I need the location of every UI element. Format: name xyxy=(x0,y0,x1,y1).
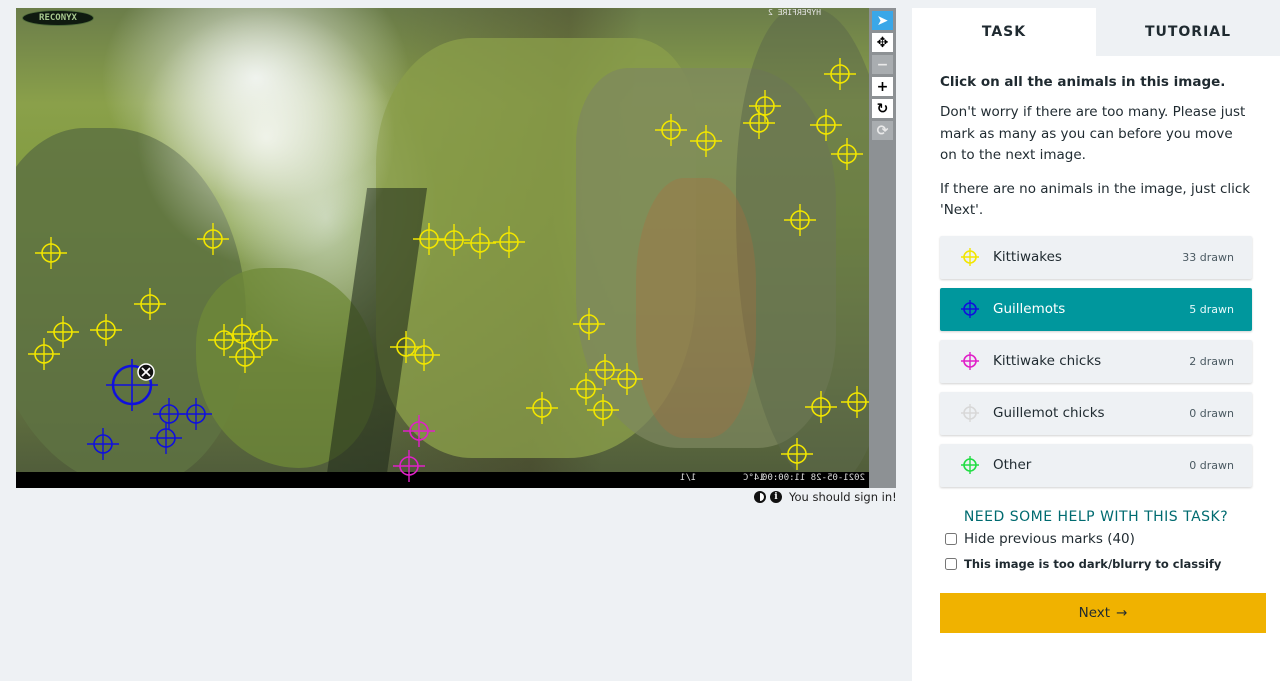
task-body: Click on all the animals in this image. … xyxy=(912,56,1280,633)
next-button[interactable]: Next → xyxy=(940,592,1266,633)
task-question: Click on all the animals in this image. xyxy=(940,74,1226,90)
point-mark[interactable] xyxy=(180,398,212,430)
move-icon: ✥ xyxy=(876,34,889,51)
point-mark[interactable] xyxy=(743,107,775,139)
point-mark[interactable] xyxy=(35,237,67,269)
point-mark[interactable] xyxy=(690,125,722,157)
zoom-out-tool[interactable]: − xyxy=(872,55,893,74)
zoom-in-tool[interactable]: + xyxy=(872,77,893,96)
help-link[interactable]: NEED SOME HELP WITH THIS TASK? xyxy=(940,509,1252,525)
point-mark[interactable] xyxy=(810,109,842,141)
task-instructions: Don't worry if there are too many. Pleas… xyxy=(940,104,1246,163)
point-mark[interactable] xyxy=(28,338,60,370)
point-mark[interactable] xyxy=(655,114,687,146)
choice-count: 33 drawn xyxy=(1182,250,1234,264)
refresh-icon: ⟳ xyxy=(876,122,889,139)
point-mark[interactable] xyxy=(390,331,422,363)
move-tool[interactable]: ✥ xyxy=(872,33,893,52)
choice-guillemot-chicks[interactable]: Guillemot chicks 0 drawn xyxy=(940,391,1252,435)
marks-svg[interactable] xyxy=(16,8,869,486)
signin-notice: i You should sign in! xyxy=(754,490,897,504)
choice-label: Guillemot chicks xyxy=(993,405,1105,421)
crosshair-icon xyxy=(960,299,980,319)
arrow-pointer-icon: ➤ xyxy=(876,12,889,29)
tab-task[interactable]: TASK xyxy=(912,8,1096,56)
choice-label: Kittiwake chicks xyxy=(993,353,1102,369)
too-dark-option[interactable]: This image is too dark/blurry to classif… xyxy=(940,557,1252,571)
point-mark[interactable] xyxy=(841,386,869,418)
point-mark[interactable] xyxy=(526,392,558,424)
point-mark[interactable] xyxy=(781,438,813,470)
point-mark[interactable] xyxy=(589,354,621,386)
plus-icon: + xyxy=(876,78,889,95)
rotate-icon: ↻ xyxy=(876,100,889,117)
contrast-icon[interactable] xyxy=(754,491,766,503)
hide-marks-option[interactable]: Hide previous marks (40) xyxy=(940,531,1252,547)
hide-marks-checkbox[interactable] xyxy=(945,532,957,545)
tab-tutorial[interactable]: TUTORIAL xyxy=(1096,8,1280,56)
choice-guillemots[interactable]: Guillemots 5 drawn xyxy=(940,287,1252,331)
choice-count: 5 drawn xyxy=(1189,302,1234,316)
panel-tabs: TASK TUTORIAL xyxy=(912,8,1280,56)
point-mark[interactable] xyxy=(134,288,166,320)
choice-kittiwakes[interactable]: Kittiwakes 33 drawn xyxy=(940,235,1252,279)
minus-icon: − xyxy=(876,56,889,73)
marks-layer[interactable] xyxy=(16,8,869,486)
point-mark[interactable] xyxy=(408,339,440,371)
point-mark[interactable] xyxy=(87,428,119,460)
choice-count: 0 drawn xyxy=(1189,406,1234,420)
point-mark[interactable] xyxy=(90,314,122,346)
next-label: Next xyxy=(1078,604,1111,621)
viewer-toolbar: ➤ ✥ − + ↻ ⟳ xyxy=(869,8,896,488)
choice-label: Guillemots xyxy=(993,301,1066,317)
subject-image[interactable]: RECONYX HYPERFIRE 2 1/1 14°C 2021-05-28 … xyxy=(16,8,869,486)
reset-tool[interactable]: ⟳ xyxy=(872,121,893,140)
info-icon[interactable]: i xyxy=(770,491,782,503)
pointer-tool[interactable]: ➤ xyxy=(872,11,893,30)
crosshair-icon xyxy=(960,403,980,423)
point-mark[interactable] xyxy=(47,316,79,348)
too-dark-checkbox[interactable] xyxy=(945,557,957,570)
crosshair-icon xyxy=(960,247,980,267)
point-mark[interactable] xyxy=(493,226,525,258)
point-mark[interactable] xyxy=(438,224,470,256)
arrow-right-icon: → xyxy=(1116,604,1128,621)
choice-label: Kittiwakes xyxy=(993,249,1062,265)
point-mark[interactable] xyxy=(587,394,619,426)
signin-text: You should sign in! xyxy=(789,490,897,504)
point-mark[interactable] xyxy=(573,308,605,340)
point-mark[interactable] xyxy=(805,391,837,423)
choice-count: 2 drawn xyxy=(1189,354,1234,368)
point-mark[interactable] xyxy=(784,204,816,236)
choice-kittiwake-chicks[interactable]: Kittiwake chicks 2 drawn xyxy=(940,339,1252,383)
point-mark[interactable] xyxy=(824,58,856,90)
point-mark[interactable] xyxy=(611,363,643,395)
point-mark[interactable] xyxy=(464,227,496,259)
task-no-animals-note: If there are no animals in the image, ju… xyxy=(940,180,1251,219)
point-mark[interactable] xyxy=(831,138,863,170)
tool-choices: Kittiwakes 33 drawn Guillemots 5 drawn Kitti… xyxy=(940,235,1252,487)
crosshair-icon xyxy=(960,351,980,371)
hide-marks-label: Hide previous marks (40) xyxy=(964,530,1135,547)
choice-label: Other xyxy=(993,457,1032,473)
crosshair-icon xyxy=(960,455,980,475)
choice-other[interactable]: Other 0 drawn xyxy=(940,443,1252,487)
point-mark[interactable] xyxy=(413,223,445,255)
image-viewer: RECONYX HYPERFIRE 2 1/1 14°C 2021-05-28 … xyxy=(16,8,896,488)
point-mark[interactable] xyxy=(197,223,229,255)
delete-mark-icon[interactable] xyxy=(137,363,155,381)
task-panel: TASK TUTORIAL Click on all the animals i… xyxy=(912,8,1280,681)
point-mark[interactable] xyxy=(150,422,182,454)
too-dark-label: This image is too dark/blurry to classif… xyxy=(964,556,1222,571)
point-mark[interactable] xyxy=(403,415,435,447)
choice-count: 0 drawn xyxy=(1189,458,1234,472)
point-mark[interactable] xyxy=(570,373,602,405)
rotate-tool[interactable]: ↻ xyxy=(872,99,893,118)
point-mark[interactable] xyxy=(393,450,425,482)
